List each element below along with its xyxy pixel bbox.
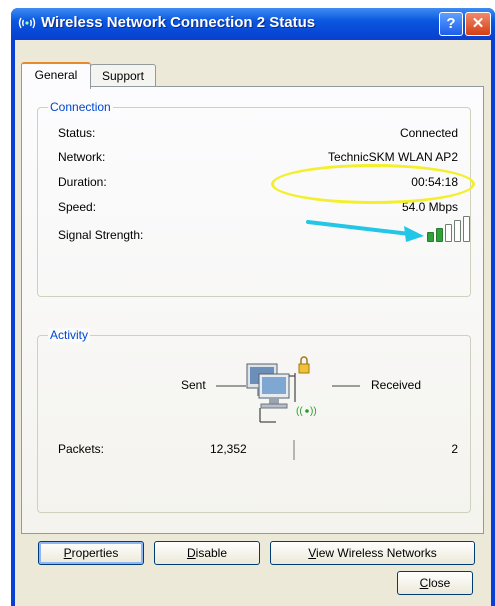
view-wireless-networks-access-key: V — [308, 546, 317, 560]
duration-label: Duration: — [58, 175, 107, 189]
status-value: Connected — [399, 126, 458, 140]
disable-button[interactable]: Disable — [154, 541, 260, 565]
status-window: Wireless Network Connection 2 Status ? ✕… — [11, 8, 495, 606]
speed-label: Speed: — [58, 200, 97, 214]
tab-support[interactable]: Support — [90, 64, 156, 87]
signal-strength-meter — [427, 216, 470, 242]
svg-text:)): )) — [310, 406, 317, 417]
highlight-ellipse — [271, 164, 475, 204]
signal-bar — [427, 232, 434, 242]
wireless-network-icon — [17, 14, 37, 35]
network-label: Network: — [58, 150, 106, 164]
tab-general[interactable]: General — [21, 62, 91, 89]
packets-label: Packets: — [58, 442, 105, 456]
packets-sent-value: 12,352 — [210, 442, 247, 456]
close-button[interactable]: Close — [397, 571, 473, 595]
signal-bar — [454, 220, 461, 242]
received-label: Received — [371, 378, 422, 392]
general-tab-panel: Connection Status: Connected Network: Te… — [21, 86, 484, 565]
signal-bar — [445, 224, 452, 242]
svg-text:((: (( — [296, 406, 303, 417]
dialog-client-area: General Support Connection Status: Conne… — [15, 40, 491, 606]
connection-group: Connection Status: Connected Network: Te… — [37, 100, 475, 297]
network-activity-icon: (( )) — [246, 356, 317, 423]
properties-button-access-key: P — [63, 546, 72, 560]
properties-button[interactable]: Properties — [38, 541, 144, 565]
properties-button-label: roperties — [71, 546, 119, 560]
view-wireless-networks-label: iew Wireless Networks — [316, 546, 437, 560]
activity-group: Activity Sent (()) Received Packets: 12… — [37, 328, 471, 513]
signal-bar — [463, 216, 470, 242]
signal-bar — [436, 228, 443, 242]
disable-button-access-key: D — [186, 546, 196, 560]
connection-legend: Connection — [48, 100, 113, 114]
network-value: TechnicSKM WLAN AP2 — [327, 150, 458, 164]
packets-received-value: 2 — [451, 442, 458, 456]
close-button-label: lose — [428, 576, 451, 590]
title-bar[interactable]: Wireless Network Connection 2 Status ? ✕ — [11, 8, 495, 40]
help-button[interactable]: ? — [439, 12, 463, 36]
status-label: Status: — [58, 126, 96, 140]
packets-divider — [293, 440, 295, 460]
window-title: Wireless Network Connection 2 Status — [41, 14, 316, 31]
annotation-arrow-icon — [306, 220, 424, 242]
received-line — [332, 385, 360, 387]
close-window-button[interactable]: ✕ — [465, 12, 491, 36]
sent-label: Sent — [181, 378, 206, 392]
disable-button-label: isable — [195, 546, 228, 560]
view-wireless-networks-button[interactable]: View Wireless Networks — [270, 541, 475, 565]
signal-strength-label: Signal Strength: — [58, 228, 144, 242]
activity-legend: Activity — [48, 328, 91, 342]
